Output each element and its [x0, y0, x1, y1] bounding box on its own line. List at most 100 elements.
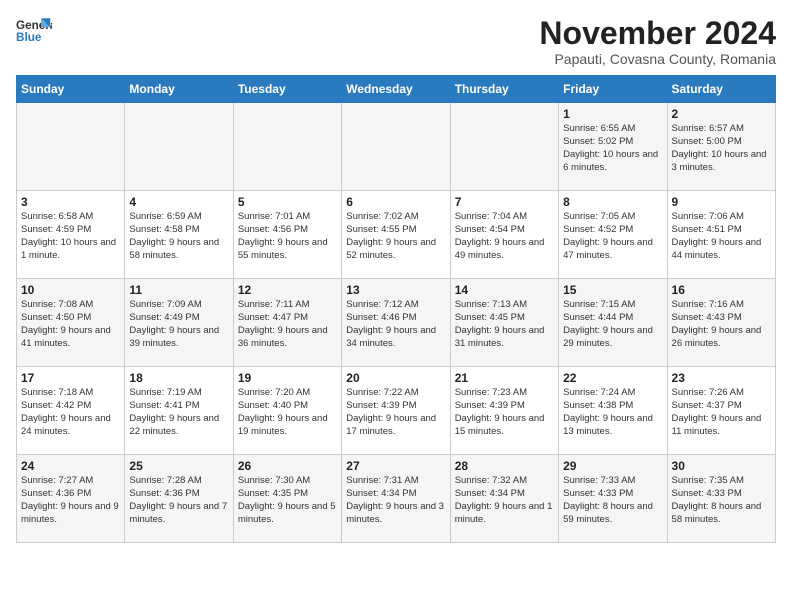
calendar-cell: 29Sunrise: 7:33 AM Sunset: 4:33 PM Dayli…	[559, 455, 667, 543]
day-number: 13	[346, 283, 445, 297]
day-number: 28	[455, 459, 554, 473]
cell-content: Sunrise: 7:32 AM Sunset: 4:34 PM Dayligh…	[455, 475, 554, 526]
day-number: 21	[455, 371, 554, 385]
cell-content: Sunrise: 6:57 AM Sunset: 5:00 PM Dayligh…	[672, 123, 771, 174]
calendar-cell: 28 Sunrise: 7:32 AM Sunset: 4:34 PM Dayli…	[450, 455, 558, 543]
cell-content: Sunrise: 6:59 AM Sunset: 4:58 PM Dayligh…	[129, 211, 228, 262]
day-number: 15	[563, 283, 662, 297]
day-number: 25	[129, 459, 228, 473]
calendar-cell: 6 Sunrise: 7:02 AM Sunset: 4:55 PM Daylig…	[342, 191, 450, 279]
calendar-cell: 7 Sunrise: 7:04 AM Sunset: 4:54 PM Daylig…	[450, 191, 558, 279]
calendar-cell: 14 Sunrise: 7:13 AM Sunset: 4:45 PM Dayli…	[450, 279, 558, 367]
day-number: 26	[238, 459, 337, 473]
day-number: 30	[672, 459, 771, 473]
cell-content: Sunrise: 7:12 AM Sunset: 4:46 PM Dayligh…	[346, 299, 445, 350]
day-number: 3	[21, 195, 120, 209]
calendar-cell: 24 Sunrise: 7:27 AM Sunset: 4:36 PM Dayli…	[17, 455, 125, 543]
day-number: 10	[21, 283, 120, 297]
calendar-cell: 8Sunrise: 7:05 AM Sunset: 4:52 PM Daylig…	[559, 191, 667, 279]
cell-content: Sunrise: 7:22 AM Sunset: 4:39 PM Dayligh…	[346, 387, 445, 438]
day-number: 9	[672, 195, 771, 209]
calendar-cell: 11Sunrise: 7:09 AM Sunset: 4:49 PM Dayli…	[125, 279, 233, 367]
calendar-cell: 1 Sunrise: 6:55 AM Sunset: 5:02 PM Daylig…	[559, 103, 667, 191]
calendar-cell	[125, 103, 233, 191]
cell-content: Sunrise: 7:18 AM Sunset: 4:42 PM Dayligh…	[21, 387, 120, 438]
cell-content: Sunrise: 6:58 AM Sunset: 4:59 PM Dayligh…	[21, 211, 120, 262]
cell-content: Sunrise: 7:33 AM Sunset: 4:33 PM Dayligh…	[563, 475, 662, 526]
calendar-cell: 22 Sunrise: 7:24 AM Sunset: 4:38 PM Dayli…	[559, 367, 667, 455]
day-number: 16	[672, 283, 771, 297]
cell-content: Sunrise: 7:28 AM Sunset: 4:36 PM Dayligh…	[129, 475, 228, 526]
day-number: 27	[346, 459, 445, 473]
cell-content: Sunrise: 7:13 AM Sunset: 4:45 PM Dayligh…	[455, 299, 554, 350]
calendar-cell: 26 Sunrise: 7:30 AM Sunset: 4:35 PM Dayli…	[233, 455, 341, 543]
calendar-cell: 27 Sunrise: 7:31 AM Sunset: 4:34 PM Dayli…	[342, 455, 450, 543]
day-of-week-header: Thursday	[450, 76, 558, 103]
calendar-cell: 13 Sunrise: 7:12 AM Sunset: 4:46 PM Dayli…	[342, 279, 450, 367]
title-area: November 2024 Papauti, Covasna County, R…	[539, 16, 776, 67]
day-number: 20	[346, 371, 445, 385]
day-number: 24	[21, 459, 120, 473]
cell-content: Sunrise: 7:26 AM Sunset: 4:37 PM Dayligh…	[672, 387, 771, 438]
cell-content: Sunrise: 7:30 AM Sunset: 4:35 PM Dayligh…	[238, 475, 337, 526]
day-of-week-header: Saturday	[667, 76, 775, 103]
calendar-table: SundayMondayTuesdayWednesdayThursdayFrid…	[16, 75, 776, 543]
day-number: 4	[129, 195, 228, 209]
cell-content: Sunrise: 7:02 AM Sunset: 4:55 PM Dayligh…	[346, 211, 445, 262]
calendar-cell: 5 Sunrise: 7:01 AM Sunset: 4:56 PM Daylig…	[233, 191, 341, 279]
cell-content: Sunrise: 6:55 AM Sunset: 5:02 PM Dayligh…	[563, 123, 662, 174]
day-of-week-header: Tuesday	[233, 76, 341, 103]
calendar-cell	[450, 103, 558, 191]
cell-content: Sunrise: 7:31 AM Sunset: 4:34 PM Dayligh…	[346, 475, 445, 526]
day-number: 17	[21, 371, 120, 385]
month-title: November 2024	[539, 16, 776, 51]
cell-content: Sunrise: 7:35 AM Sunset: 4:33 PM Dayligh…	[672, 475, 771, 526]
cell-content: Sunrise: 7:11 AM Sunset: 4:47 PM Dayligh…	[238, 299, 337, 350]
svg-text:Blue: Blue	[16, 31, 42, 44]
day-number: 1	[563, 107, 662, 121]
day-number: 6	[346, 195, 445, 209]
logo: General Blue	[16, 16, 52, 44]
calendar-cell: 4 Sunrise: 6:59 AM Sunset: 4:58 PM Daylig…	[125, 191, 233, 279]
calendar-cell: 18Sunrise: 7:19 AM Sunset: 4:41 PM Dayli…	[125, 367, 233, 455]
calendar-cell: 3 Sunrise: 6:58 AM Sunset: 4:59 PM Daylig…	[17, 191, 125, 279]
day-of-week-header: Friday	[559, 76, 667, 103]
header-row: SundayMondayTuesdayWednesdayThursdayFrid…	[17, 76, 776, 103]
calendar-cell	[342, 103, 450, 191]
cell-content: Sunrise: 7:04 AM Sunset: 4:54 PM Dayligh…	[455, 211, 554, 262]
cell-content: Sunrise: 7:16 AM Sunset: 4:43 PM Dayligh…	[672, 299, 771, 350]
logo-icon: General Blue	[16, 16, 52, 44]
cell-content: Sunrise: 7:09 AM Sunset: 4:49 PM Dayligh…	[129, 299, 228, 350]
calendar-week-row: 17 Sunrise: 7:18 AM Sunset: 4:42 PM Dayli…	[17, 367, 776, 455]
day-of-week-header: Monday	[125, 76, 233, 103]
cell-content: Sunrise: 7:06 AM Sunset: 4:51 PM Dayligh…	[672, 211, 771, 262]
calendar-cell: 19Sunrise: 7:20 AM Sunset: 4:40 PM Dayli…	[233, 367, 341, 455]
day-number: 8	[563, 195, 662, 209]
day-number: 18	[129, 371, 228, 385]
calendar-cell: 17 Sunrise: 7:18 AM Sunset: 4:42 PM Dayli…	[17, 367, 125, 455]
header: General Blue November 2024 Papauti, Cova…	[16, 16, 776, 67]
cell-content: Sunrise: 7:27 AM Sunset: 4:36 PM Dayligh…	[21, 475, 120, 526]
day-number: 22	[563, 371, 662, 385]
day-number: 7	[455, 195, 554, 209]
calendar-week-row: 10Sunrise: 7:08 AM Sunset: 4:50 PM Dayli…	[17, 279, 776, 367]
calendar-cell	[233, 103, 341, 191]
calendar-cell: 30 Sunrise: 7:35 AM Sunset: 4:33 PM Dayli…	[667, 455, 775, 543]
calendar-body: 1 Sunrise: 6:55 AM Sunset: 5:02 PM Daylig…	[17, 103, 776, 543]
calendar-cell	[17, 103, 125, 191]
cell-content: Sunrise: 7:24 AM Sunset: 4:38 PM Dayligh…	[563, 387, 662, 438]
calendar-cell: 21Sunrise: 7:23 AM Sunset: 4:39 PM Dayli…	[450, 367, 558, 455]
day-of-week-header: Wednesday	[342, 76, 450, 103]
calendar-cell: 20 Sunrise: 7:22 AM Sunset: 4:39 PM Dayli…	[342, 367, 450, 455]
day-number: 12	[238, 283, 337, 297]
day-number: 2	[672, 107, 771, 121]
day-number: 5	[238, 195, 337, 209]
cell-content: Sunrise: 7:01 AM Sunset: 4:56 PM Dayligh…	[238, 211, 337, 262]
calendar-header: SundayMondayTuesdayWednesdayThursdayFrid…	[17, 76, 776, 103]
day-number: 14	[455, 283, 554, 297]
location-subtitle: Papauti, Covasna County, Romania	[539, 51, 776, 67]
calendar-cell: 25 Sunrise: 7:28 AM Sunset: 4:36 PM Dayli…	[125, 455, 233, 543]
day-number: 23	[672, 371, 771, 385]
calendar-cell: 23 Sunrise: 7:26 AM Sunset: 4:37 PM Dayli…	[667, 367, 775, 455]
calendar-cell: 16 Sunrise: 7:16 AM Sunset: 4:43 PM Dayli…	[667, 279, 775, 367]
